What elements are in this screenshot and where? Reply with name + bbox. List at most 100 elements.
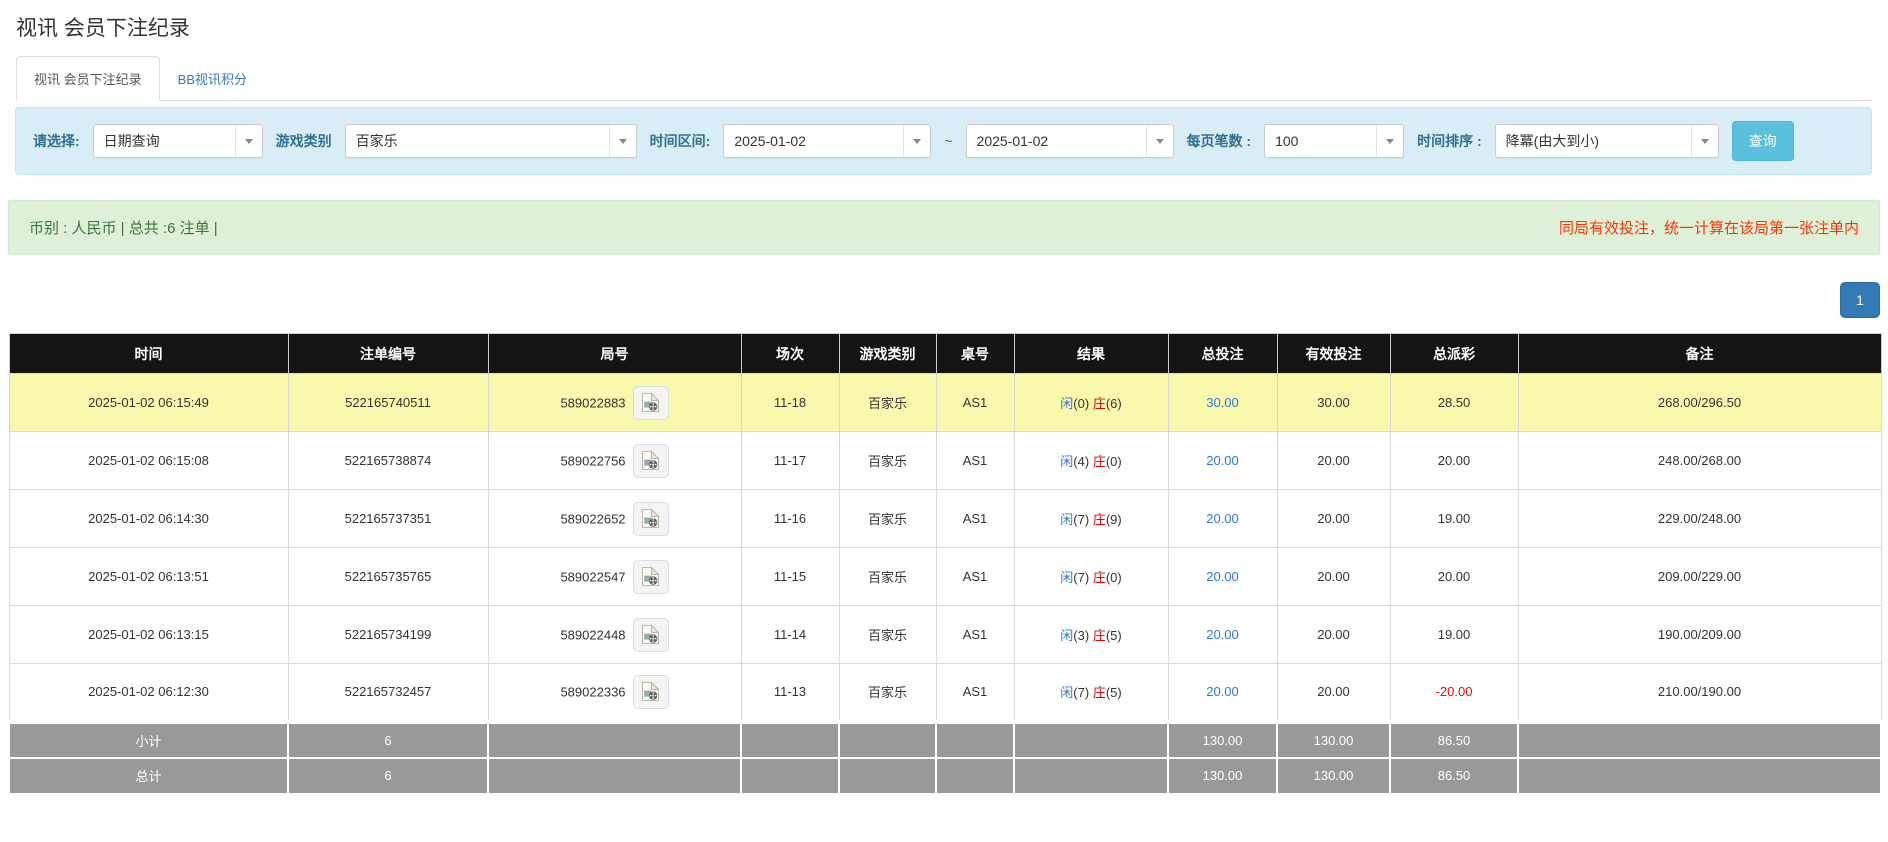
footer-result <box>1014 722 1168 758</box>
col-round-id: 局号 <box>488 334 741 374</box>
footer-session <box>741 722 839 758</box>
page-size-select[interactable]: 100 <box>1264 124 1404 158</box>
cell-table: AS1 <box>936 606 1014 664</box>
cell-game-type: 百家乐 <box>839 606 936 664</box>
film-icon <box>641 681 660 702</box>
result-player-count: (0) <box>1073 396 1089 411</box>
result-banker-label: 庄 <box>1093 512 1106 527</box>
cell-result: 闲(7) 庄(0) <box>1014 548 1168 606</box>
query-type-value: 日期查询 <box>104 131 160 151</box>
film-icon <box>641 392 660 413</box>
round-number: 589022883 <box>560 395 625 410</box>
footer-payout: 86.50 <box>1390 722 1518 758</box>
cell-result: 闲(0) 庄(6) <box>1014 374 1168 432</box>
cell-round-id: 589022756 <box>488 432 741 490</box>
total-bet-link[interactable]: 20.00 <box>1206 511 1239 526</box>
cell-valid-bet: 20.00 <box>1277 432 1390 490</box>
date-to-select[interactable]: 2025-01-02 <box>966 124 1174 158</box>
cell-bet-id: 522165738874 <box>288 432 488 490</box>
cell-result: 闲(7) 庄(5) <box>1014 664 1168 722</box>
sort-select[interactable]: 降冪(由大到小) <box>1495 124 1719 158</box>
footer-table <box>936 722 1014 758</box>
footer-note <box>1518 758 1881 794</box>
round-number: 589022756 <box>560 453 625 468</box>
cell-time: 2025-01-02 06:15:49 <box>9 374 288 432</box>
result-player-label: 闲 <box>1060 396 1073 411</box>
video-replay-button[interactable] <box>633 386 669 420</box>
currency-summary-text: 币别 : 人民币 | 总共 :6 注单 | <box>29 217 218 238</box>
page-1-button[interactable]: 1 <box>1840 282 1880 318</box>
table-row: 2025-01-02 06:15:49522165740511589022883… <box>9 374 1881 432</box>
footer-note <box>1518 722 1881 758</box>
round-number: 589022652 <box>560 511 625 526</box>
page-size-label: 每页笔数 : <box>1187 131 1252 151</box>
date-range-label: 时间区间: <box>650 131 711 151</box>
cell-result: 闲(3) 庄(5) <box>1014 606 1168 664</box>
game-type-select[interactable]: 百家乐 <box>345 124 637 158</box>
game-type-value: 百家乐 <box>356 131 398 151</box>
footer-count: 6 <box>288 722 488 758</box>
page-root: 视讯 会员下注纪录 视讯 会员下注纪录 BB视讯积分 请选择: 日期查询 游戏类… <box>0 12 1888 795</box>
cell-payout: 20.00 <box>1390 548 1518 606</box>
total-bet-link[interactable]: 20.00 <box>1206 627 1239 642</box>
cell-total-bet: 20.00 <box>1168 606 1277 664</box>
round-number: 589022547 <box>560 569 625 584</box>
cell-payout: 19.00 <box>1390 490 1518 548</box>
chevron-down-icon <box>1376 125 1403 157</box>
cell-game-type: 百家乐 <box>839 374 936 432</box>
cell-bet-id: 522165735765 <box>288 548 488 606</box>
video-replay-button[interactable] <box>633 618 669 652</box>
round-number: 589022336 <box>560 684 625 699</box>
total-bet-link[interactable]: 20.00 <box>1206 453 1239 468</box>
query-type-select[interactable]: 日期查询 <box>93 124 263 158</box>
video-replay-button[interactable] <box>633 675 669 709</box>
result-player-count: (3) <box>1073 628 1089 643</box>
video-replay-button[interactable] <box>633 502 669 536</box>
cell-total-bet: 30.00 <box>1168 374 1277 432</box>
cell-time: 2025-01-02 06:15:08 <box>9 432 288 490</box>
date-range-separator: ~ <box>944 133 952 149</box>
result-banker-count: (5) <box>1106 628 1122 643</box>
cell-payout: -20.00 <box>1390 664 1518 722</box>
footer-valid-bet: 130.00 <box>1277 758 1390 794</box>
cell-total-bet: 20.00 <box>1168 548 1277 606</box>
total-bet-link[interactable]: 30.00 <box>1206 395 1239 410</box>
cell-table: AS1 <box>936 664 1014 722</box>
chevron-down-icon <box>609 125 636 157</box>
total-bet-link[interactable]: 20.00 <box>1206 569 1239 584</box>
result-banker-label: 庄 <box>1093 628 1106 643</box>
result-player-label: 闲 <box>1060 628 1073 643</box>
table-row: 2025-01-02 06:13:15522165734199589022448… <box>9 606 1881 664</box>
cell-table: AS1 <box>936 374 1014 432</box>
footer-label: 总计 <box>9 758 288 794</box>
cell-game-type: 百家乐 <box>839 490 936 548</box>
video-replay-button[interactable] <box>633 444 669 478</box>
result-banker-label: 庄 <box>1093 685 1106 700</box>
col-bet-id: 注单编号 <box>288 334 488 374</box>
footer-total-bet: 130.00 <box>1168 758 1277 794</box>
date-to-value: 2025-01-02 <box>977 133 1049 149</box>
film-icon <box>641 624 660 645</box>
video-replay-button[interactable] <box>633 560 669 594</box>
cell-note: 190.00/209.00 <box>1518 606 1881 664</box>
total-bet-link[interactable]: 20.00 <box>1206 684 1239 699</box>
table-row: 2025-01-02 06:13:51522165735765589022547… <box>9 548 1881 606</box>
tab-bb-points[interactable]: BB视讯积分 <box>160 56 265 101</box>
tab-bar: 视讯 会员下注纪录 BB视讯积分 <box>16 56 1872 101</box>
footer-total-bet: 130.00 <box>1168 722 1277 758</box>
search-button[interactable]: 查询 <box>1732 121 1794 161</box>
cell-session: 11-16 <box>741 490 839 548</box>
round-number: 589022448 <box>560 627 625 642</box>
chevron-down-icon <box>235 125 262 157</box>
cell-round-id: 589022652 <box>488 490 741 548</box>
cell-note: 229.00/248.00 <box>1518 490 1881 548</box>
footer-table <box>936 758 1014 794</box>
col-game-type: 游戏类别 <box>839 334 936 374</box>
cell-payout: 19.00 <box>1390 606 1518 664</box>
tab-betting-records[interactable]: 视讯 会员下注纪录 <box>16 56 160 101</box>
cell-session: 11-13 <box>741 664 839 722</box>
footer-payout: 86.50 <box>1390 758 1518 794</box>
col-result: 结果 <box>1014 334 1168 374</box>
date-from-select[interactable]: 2025-01-02 <box>723 124 931 158</box>
chevron-down-icon <box>1146 125 1173 157</box>
